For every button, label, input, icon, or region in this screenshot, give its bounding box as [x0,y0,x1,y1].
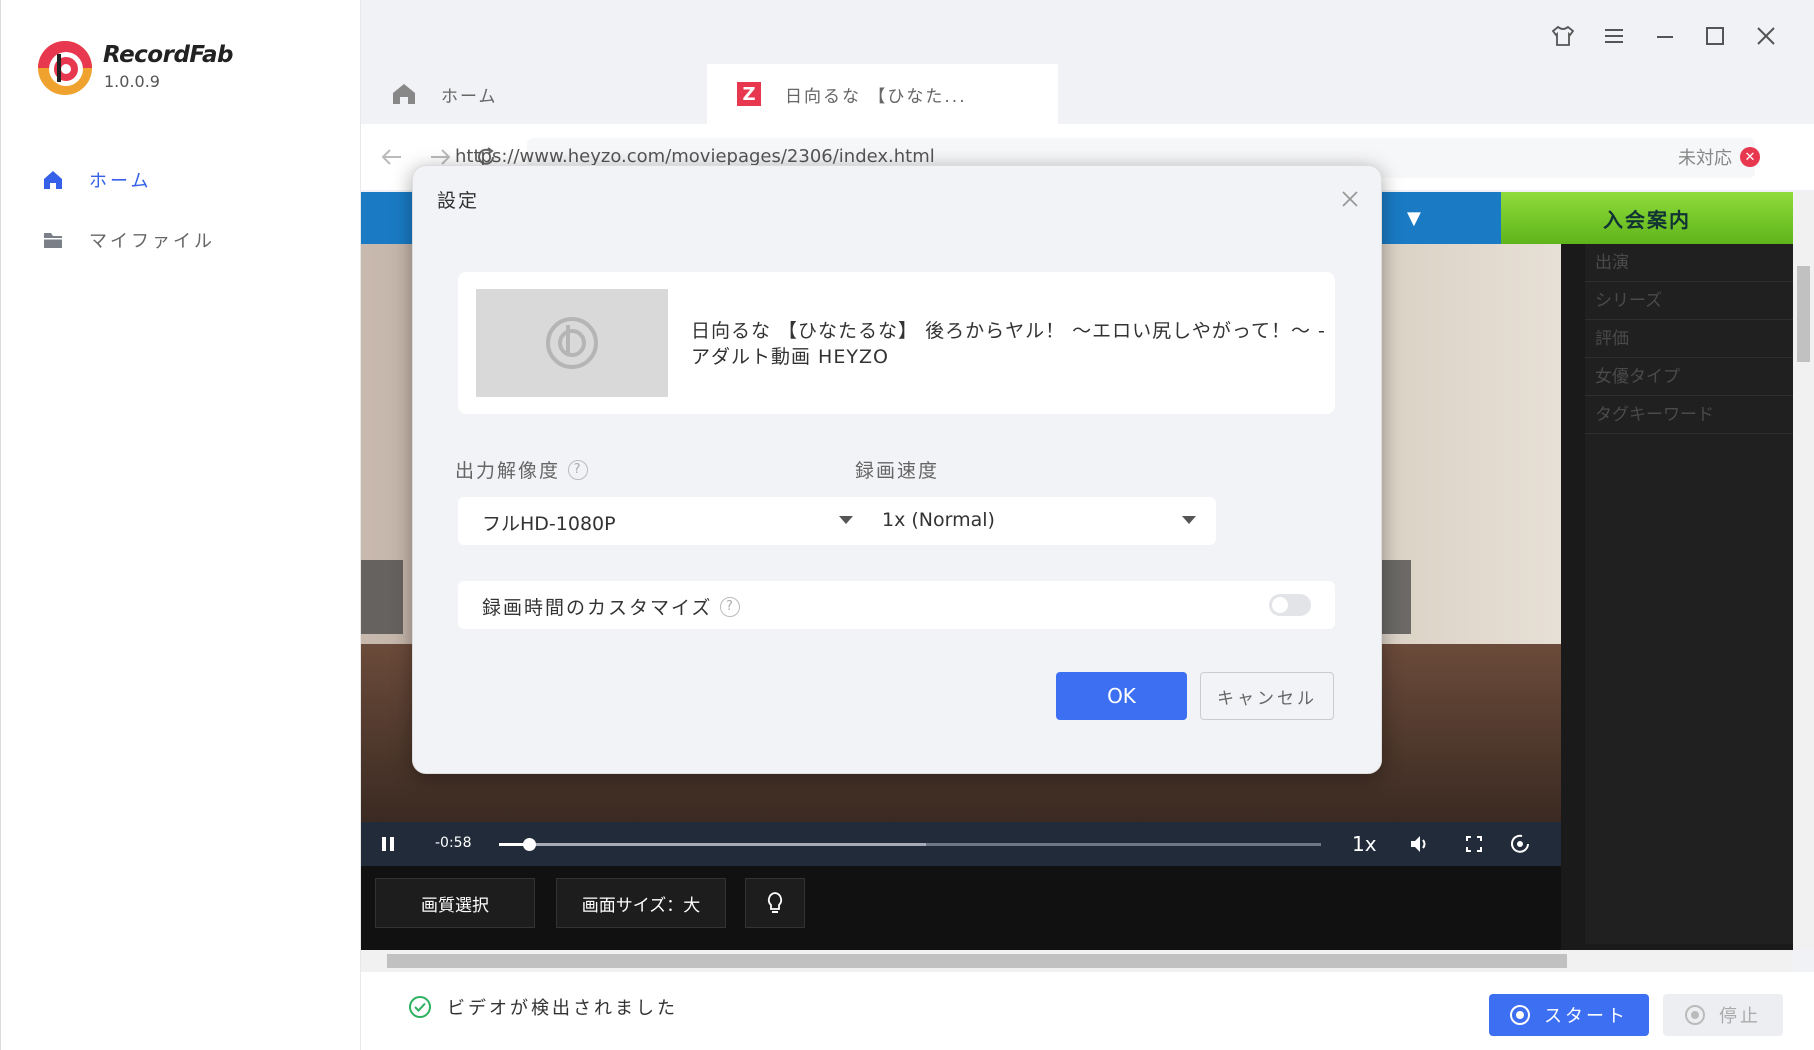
sidebar-item-label: マイファイル [89,231,215,252]
check-circle-icon [409,996,431,1018]
home-icon [41,168,65,192]
app-name: RecordFab [103,42,233,68]
tab-label: 日向るな 【ひなた... [785,86,967,107]
web-player-options: 画質選択 画面サイズ：大 [361,866,1561,950]
speed-label-text: 録画速度 [855,460,940,482]
toggle-knob [1272,597,1288,613]
title-bar [361,0,1814,64]
resolution-label: 出力解像度 ? [455,456,589,483]
cancel-button[interactable]: キャンセル [1200,672,1334,720]
resolution-label-text: 出力解像度 [455,460,561,482]
url-text: https://www.heyzo.com/moviepages/2306/in… [455,146,935,167]
unsupported-status: 未対応 ✕ [1678,144,1760,170]
stop-icon [1685,1005,1705,1025]
custom-time-row: 録画時間のカスタマイズ ? [458,581,1335,629]
settings-dialog: 設定 日向るな 【ひなたるな】 後ろからヤル！ ～エロい尻しやがって！～ - ア… [412,165,1382,774]
sidebar-item-my-files[interactable]: マイファイル [41,222,215,258]
sidebar-item-label: ホーム [89,171,152,192]
progress-buffer [499,843,927,846]
minimize-icon[interactable] [1649,20,1681,52]
shirt-icon[interactable] [1547,20,1579,52]
status-bar: ビデオが検出されました スタート 停止 [361,972,1814,1050]
record-icon [1510,1005,1530,1025]
menu-icon[interactable] [1598,20,1630,52]
progress-knob[interactable] [522,838,536,851]
info-row: シリーズ [1585,282,1793,320]
speed-select[interactable]: 1x (Normal) [858,497,1216,545]
info-row: 出演 [1585,244,1793,282]
stop-label: 停止 [1719,1006,1761,1027]
heyzo-favicon-icon: Z [737,82,761,106]
start-button[interactable]: スタート [1489,994,1649,1036]
resolution-value: フルHD-1080P [482,513,616,535]
rewind-10-icon[interactable] [361,560,403,634]
start-label: スタート [1544,1006,1628,1027]
help-icon[interactable]: ? [720,596,741,617]
caret-down-icon [1182,516,1196,524]
disc-placeholder-icon [546,317,598,369]
sidebar-item-home[interactable]: ホーム [41,162,151,198]
info-row: 女優タイプ [1585,358,1793,396]
replay-icon[interactable] [1507,832,1533,856]
sidebar: RecordFab 1.0.0.9 ホーム マイファイル [0,0,361,1050]
video-thumbnail [476,289,668,397]
info-row: 評価 [1585,320,1793,358]
speed-value: 1x (Normal) [882,509,995,531]
maximize-icon[interactable] [1699,20,1731,52]
web-info-panel: 出演 シリーズ 評価 女優タイプ タグキーワード [1585,244,1793,944]
dialog-title: 設定 [437,190,480,212]
progress-bar[interactable] [499,838,1321,851]
help-icon[interactable]: ? [568,459,589,480]
horizontal-scrollbar[interactable] [361,950,1793,972]
detection-text: ビデオが検出されました [447,998,678,1019]
caret-down-icon [839,516,853,524]
error-icon: ✕ [1740,147,1760,167]
tab-label: ホーム [441,86,498,107]
custom-time-label: 録画時間のカスタマイズ ? [482,593,741,620]
stop-button[interactable]: 停止 [1663,994,1783,1036]
player-controls: -0:58 1x [361,822,1561,866]
home-icon [391,82,417,106]
unsupported-label: 未対応 [1678,148,1732,169]
info-row: タグキーワード [1585,396,1793,434]
tab-home[interactable]: ホーム [361,64,707,124]
fullscreen-icon[interactable] [1461,832,1487,856]
join-button[interactable]: 入会案内 [1501,192,1793,244]
video-card: 日向るな 【ひなたるな】 後ろからヤル！ ～エロい尻しやがって！～ - アダルト… [458,272,1335,414]
app-version: 1.0.0.9 [104,72,160,91]
pause-icon[interactable] [375,832,401,856]
resolution-select[interactable]: フルHD-1080P [458,497,873,545]
time-remaining: -0:58 [435,835,472,851]
folder-icon [41,228,65,252]
tab-heyzo-page[interactable]: Z 日向るな 【ひなた... [707,64,1058,124]
custom-time-label-text: 録画時間のカスタマイズ [482,597,713,619]
app-logo-icon [37,40,93,96]
scrollbar-thumb[interactable] [1797,266,1810,362]
close-icon[interactable] [1750,20,1782,52]
close-icon[interactable] [1337,186,1363,212]
vertical-scrollbar[interactable] [1793,192,1814,950]
speed-label: 録画速度 [855,456,939,483]
video-title: 日向るな 【ひなたるな】 後ろからヤル！ ～エロい尻しやがって！～ - アダルト… [691,320,1326,368]
scrollbar-thumb[interactable] [387,954,1567,968]
lightbulb-icon[interactable] [745,878,805,928]
quality-select-button[interactable]: 画質選択 [375,878,535,928]
screen-size-button[interactable]: 画面サイズ：大 [556,878,726,928]
custom-time-toggle[interactable] [1269,594,1311,616]
back-icon[interactable] [377,142,407,172]
playback-speed[interactable]: 1x [1352,832,1377,856]
ok-button[interactable]: OK [1056,672,1187,720]
detection-status: ビデオが検出されました [409,994,678,1020]
caret-down-icon[interactable]: ▼ [1407,208,1421,229]
volume-icon[interactable] [1407,832,1433,856]
